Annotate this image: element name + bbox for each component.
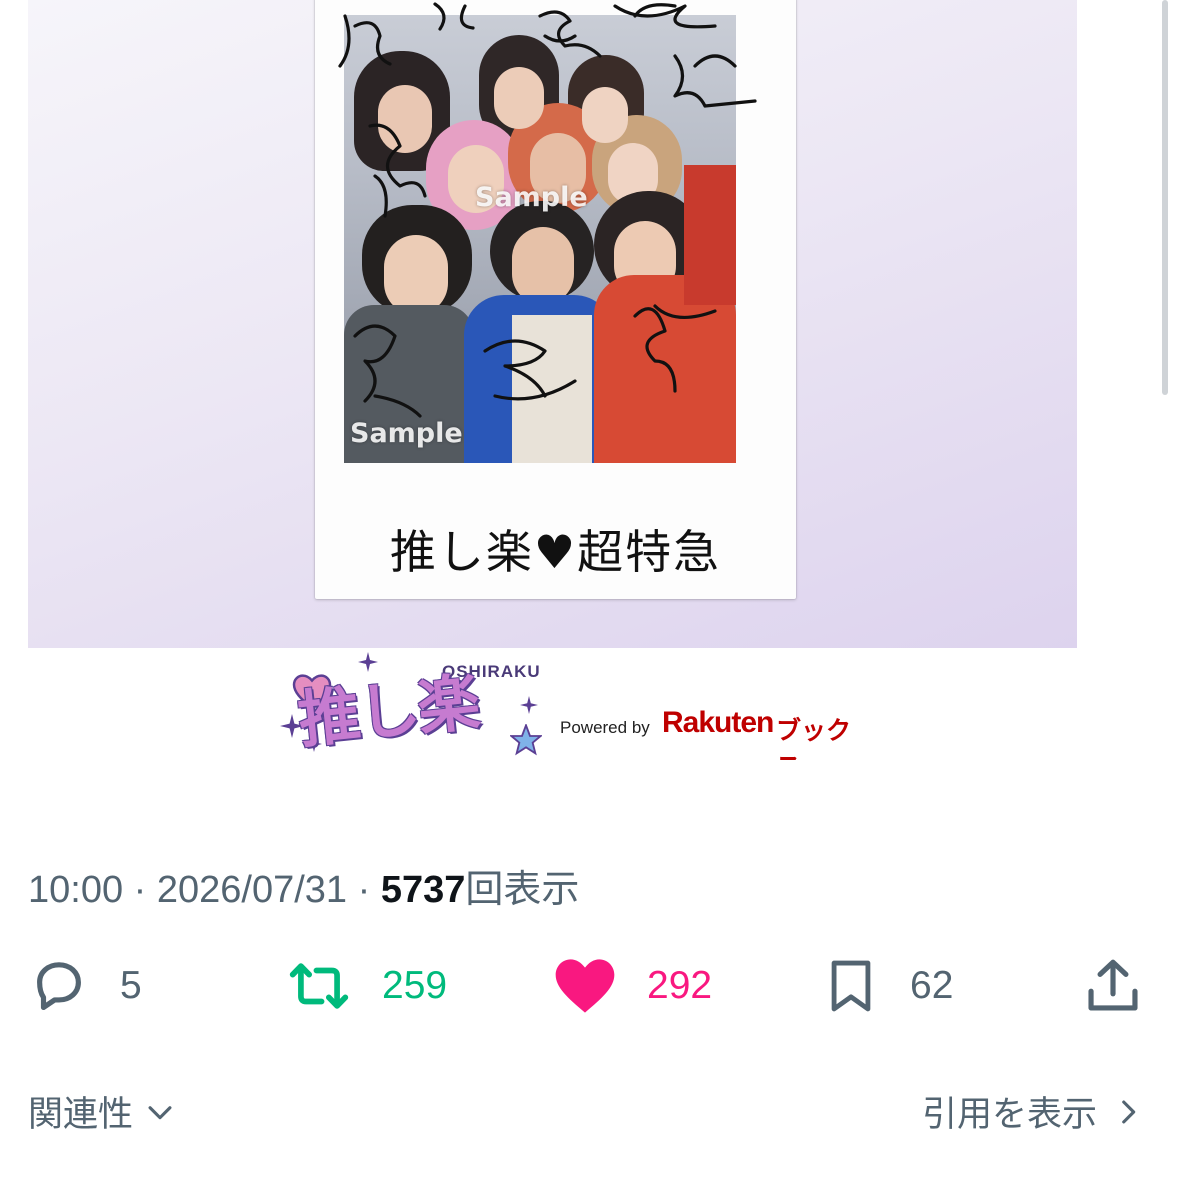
like-count: 292 bbox=[647, 964, 713, 1007]
sparkle-icon bbox=[520, 696, 538, 714]
relevance-label: 関連性 bbox=[28, 1095, 134, 1134]
retweet-count: 259 bbox=[382, 964, 448, 1007]
bookmark-icon bbox=[831, 960, 871, 1012]
tweet-date[interactable]: 2026/07/31 bbox=[157, 869, 347, 911]
views-count: 5737 bbox=[380, 869, 466, 911]
tweet-time[interactable]: 10:00 bbox=[28, 869, 123, 911]
relevance-sort-button[interactable]: 関連性 bbox=[28, 1086, 177, 1137]
meta-separator: · bbox=[133, 869, 147, 911]
oshiraku-rakuten-logo: OSHIRAKU 推し楽 Powered by Rakuten ブックス bbox=[248, 652, 868, 760]
chevron-down-icon bbox=[148, 1105, 172, 1119]
reply-count: 5 bbox=[120, 964, 142, 1007]
scrollbar[interactable] bbox=[1162, 0, 1168, 395]
star-icon bbox=[510, 724, 542, 756]
views-label: 回表示 bbox=[465, 869, 580, 911]
meta-separator: · bbox=[357, 869, 371, 911]
reply-icon bbox=[37, 962, 81, 1011]
tweet-action-bar: 5 259 292 62 bbox=[0, 950, 1179, 1022]
polaroid-handwritten-caption: 推し楽♥超特急 bbox=[389, 525, 722, 579]
chevron-right-icon bbox=[1122, 1100, 1136, 1123]
logo-oshiraku-jp: 推し楽 bbox=[294, 665, 482, 757]
heart-icon bbox=[555, 959, 615, 1013]
reply-button[interactable]: 5 bbox=[28, 950, 142, 1022]
rakuten-books-text: ブックス bbox=[776, 717, 852, 760]
retweet-icon bbox=[289, 963, 349, 1009]
like-button[interactable]: 292 bbox=[553, 950, 712, 1022]
view-quotes-label: 引用を表示 bbox=[921, 1095, 1097, 1134]
rakuten-wordmark: Rakuten bbox=[662, 706, 774, 739]
powered-by-text: Powered by bbox=[560, 718, 650, 737]
share-icon bbox=[1088, 959, 1138, 1011]
view-quotes-link[interactable]: 引用を表示 bbox=[922, 1086, 1145, 1137]
tweet-media[interactable]: Sample Sample 推し楽♥超特急 OSHIRAKU 推し楽 Power… bbox=[28, 0, 1077, 760]
retweet-button[interactable]: 259 bbox=[286, 950, 447, 1022]
tweet-footer-row: 関連性 引用を表示 bbox=[0, 1086, 1179, 1138]
bookmark-count: 62 bbox=[910, 964, 954, 1007]
share-button[interactable] bbox=[1082, 950, 1144, 1022]
tweet-meta: 10:00 · 2026/07/31 · 5737回表示 bbox=[28, 858, 579, 911]
bookmark-button[interactable]: 62 bbox=[822, 950, 953, 1022]
autograph-signatures bbox=[338, 2, 757, 418]
signed-polaroid: Sample Sample 推し楽♥超特急 bbox=[315, 0, 796, 599]
